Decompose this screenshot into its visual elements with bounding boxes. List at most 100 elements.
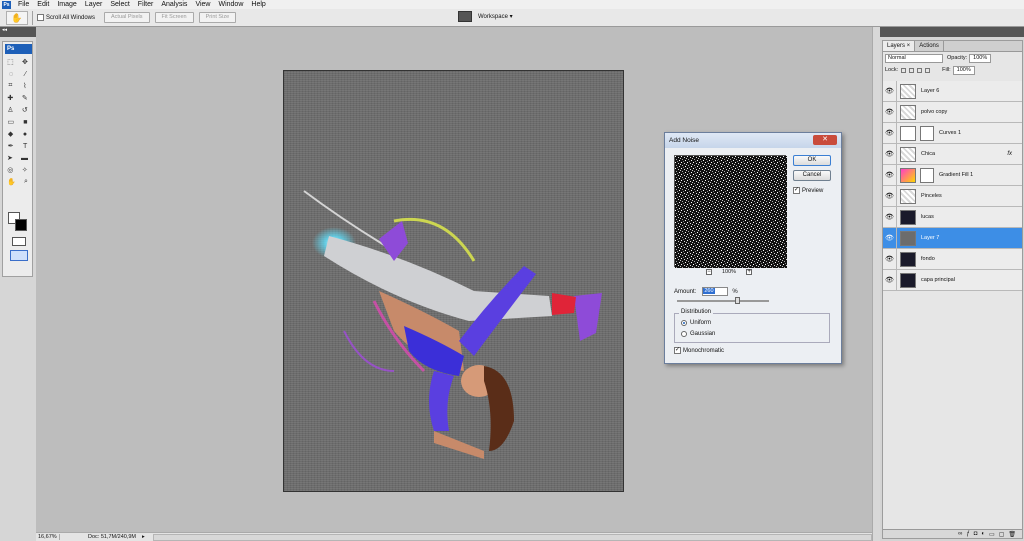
zoom-icon[interactable]: ⌕ [24, 178, 28, 186]
ok-button[interactable]: OK [793, 155, 831, 166]
blend-mode-select[interactable]: Normal [885, 53, 943, 63]
layer-row[interactable]: 👁 fondo [883, 248, 1022, 270]
clone-stamp-icon[interactable]: ♙ [7, 106, 13, 114]
layer-row[interactable]: 👁 Layer 6 [883, 80, 1022, 102]
menu-help[interactable]: Help [247, 0, 269, 9]
radio-selected[interactable] [681, 320, 687, 326]
dodge-icon[interactable]: ● [23, 131, 27, 138]
workspace-label[interactable]: Workspace ▾ [478, 13, 513, 20]
hand-icon[interactable]: ✋ [6, 10, 28, 25]
healing-icon[interactable]: ✚ [7, 94, 13, 102]
scroll-all-windows-checkbox[interactable]: Scroll All Windows [37, 14, 95, 21]
tab-layers[interactable]: Layers × [883, 41, 916, 51]
layer-row[interactable]: 👁 lucas [883, 206, 1022, 228]
type-icon[interactable]: T [23, 143, 27, 150]
layer-row[interactable]: 👁 Chica fx [883, 143, 1022, 165]
radio-unselected[interactable] [681, 331, 687, 337]
menu-edit[interactable]: Edit [33, 0, 53, 9]
marquee-icon[interactable]: ⬚ [7, 58, 14, 66]
quick-mask-icon[interactable] [12, 237, 26, 246]
eye-icon[interactable]: 👁 [883, 248, 897, 270]
eye-icon[interactable]: 👁 [883, 164, 897, 186]
menu-filter[interactable]: Filter [134, 0, 158, 9]
tab-actions[interactable]: Actions [915, 41, 944, 51]
workspace-switcher[interactable]: Workspace ▾ [458, 11, 513, 22]
vertical-scrollbar[interactable] [872, 27, 880, 541]
panel-header[interactable] [880, 27, 1024, 37]
gaussian-radio[interactable]: Gaussian [681, 331, 715, 337]
eye-icon[interactable]: 👁 [883, 80, 897, 102]
preview-checkbox[interactable]: ✓ Preview [793, 187, 823, 194]
slider-thumb[interactable] [734, 297, 740, 304]
background-color-swatch[interactable] [15, 219, 27, 231]
move-icon[interactable]: ✥ [22, 58, 28, 66]
actual-pixels-button[interactable]: Actual Pixels [104, 12, 150, 23]
document-canvas[interactable] [283, 70, 624, 492]
zoom-out-button[interactable]: − [706, 269, 712, 275]
status-menu-arrow-icon[interactable]: ▸ [142, 534, 145, 540]
workspace-icon[interactable] [458, 11, 472, 22]
monochromatic-checkbox[interactable]: ✓ Monochromatic [674, 347, 724, 354]
fill-input[interactable]: 100% [952, 65, 975, 75]
gradient-icon[interactable]: ■ [23, 119, 27, 126]
menu-view[interactable]: View [191, 0, 214, 9]
menu-layer[interactable]: Layer [81, 0, 107, 9]
fx-icon[interactable]: fx [1007, 151, 1012, 157]
opacity-input[interactable]: 100% [969, 53, 992, 63]
layer-row[interactable]: 👁 capa principal [883, 269, 1022, 291]
eye-icon[interactable]: 👁 [883, 206, 897, 228]
adjustment-icon[interactable]: ◐ [981, 531, 985, 537]
menu-analysis[interactable]: Analysis [157, 0, 191, 9]
history-brush-icon[interactable]: ↺ [22, 106, 28, 114]
eye-icon[interactable]: 👁 [883, 143, 897, 165]
eye-icon[interactable]: 👁 [883, 122, 897, 144]
layer-row[interactable]: 👁 polvo copy [883, 101, 1022, 123]
layer-mask[interactable] [920, 167, 934, 183]
crop-icon[interactable]: ⌗ [8, 82, 12, 90]
layer-row[interactable]: 👁 Gradient Fill 1 [883, 164, 1022, 186]
checkbox-checked[interactable]: ✓ [674, 347, 681, 354]
layer-row[interactable]: 👁 Pinceles [883, 185, 1022, 207]
eye-icon[interactable]: 👁 [883, 269, 897, 291]
lasso-icon[interactable]: ◌ [9, 71, 13, 78]
3d-orbit-icon[interactable]: ✧ [22, 166, 28, 174]
lock-transparent-icon[interactable] [901, 67, 907, 73]
noise-preview[interactable] [674, 155, 787, 268]
eye-icon[interactable]: 👁 [883, 101, 897, 123]
trash-icon[interactable]: 🗑 [1008, 531, 1016, 538]
lock-pixels-icon[interactable] [909, 67, 915, 73]
amount-slider[interactable] [677, 297, 769, 304]
layer-mask[interactable] [920, 125, 934, 141]
checkbox-checked[interactable]: ✓ [793, 187, 800, 194]
eye-icon[interactable]: 👁 [883, 185, 897, 207]
shape-icon[interactable]: ▬ [21, 155, 28, 162]
blur-icon[interactable]: ◆ [8, 130, 13, 138]
menu-select[interactable]: Select [106, 0, 133, 9]
magic-wand-icon[interactable]: ⁄ [25, 71, 26, 78]
pen-icon[interactable]: ✒ [8, 142, 14, 150]
menu-window[interactable]: Window [214, 0, 247, 9]
zoom-in-button[interactable]: + [746, 269, 753, 275]
layer-row-selected[interactable]: 👁 Layer 7 [883, 227, 1022, 249]
panel-header[interactable]: ◂◂ [0, 27, 36, 37]
eyedropper-icon[interactable]: ⌇ [23, 82, 26, 90]
fit-screen-button[interactable]: Fit Screen [154, 12, 194, 23]
link-icon[interactable]: ∞ [958, 531, 962, 537]
group-icon[interactable]: ▭ [989, 531, 995, 538]
3d-rotate-icon[interactable]: ◎ [7, 166, 13, 174]
print-size-button[interactable]: Print Size [198, 12, 237, 23]
mask-icon[interactable]: ◘ [974, 531, 978, 537]
menu-file[interactable]: File [14, 0, 33, 9]
fx-menu-icon[interactable]: ƒ [966, 531, 969, 537]
amount-input[interactable]: 260 [702, 287, 729, 296]
lock-position-icon[interactable] [917, 67, 923, 73]
zoom-level[interactable]: 16,67% [36, 534, 60, 540]
uniform-radio[interactable]: Uniform [681, 320, 711, 326]
checkbox-box[interactable] [37, 14, 44, 21]
screen-mode-icon[interactable] [10, 250, 28, 261]
layer-row[interactable]: 👁 Curves 1 [883, 122, 1022, 144]
lock-all-icon[interactable] [925, 67, 931, 73]
brush-icon[interactable]: ✎ [22, 94, 28, 102]
hand-tool-icon[interactable]: ✋ [7, 178, 16, 186]
new-layer-icon[interactable]: ▢ [999, 531, 1005, 538]
